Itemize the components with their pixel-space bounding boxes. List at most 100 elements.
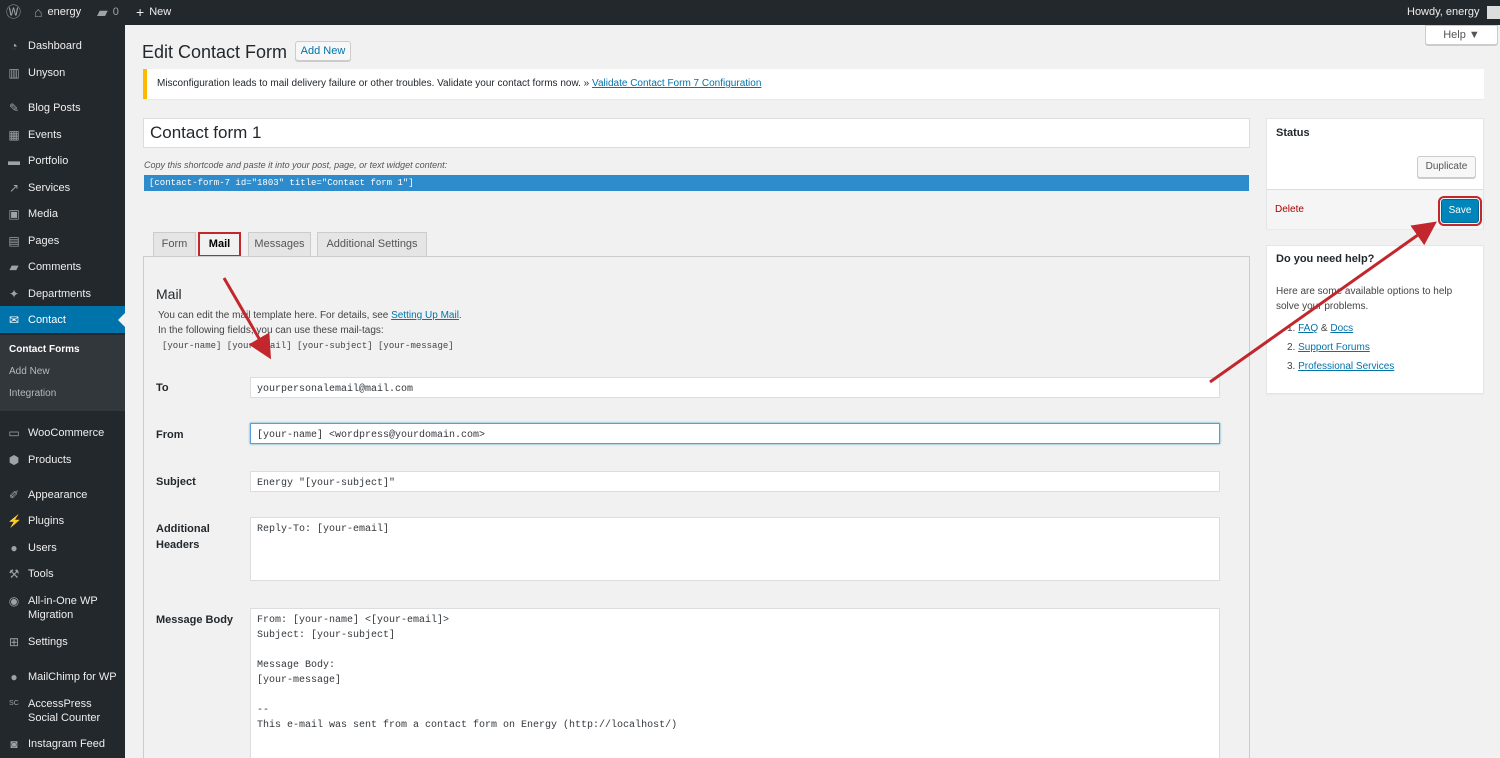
box-icon: ⬢: [8, 453, 20, 467]
shortcode-field[interactable]: [contact-form-7 id="1803" title="Contact…: [144, 175, 1249, 191]
avatar: [1486, 6, 1500, 19]
sidebar-item-label: AccessPress Social Counter: [28, 698, 101, 724]
plus-icon: +: [136, 4, 145, 20]
plug-icon: ⚡: [7, 514, 22, 528]
faq-link[interactable]: FAQ: [1298, 323, 1318, 334]
sidebar-item-appearance[interactable]: ✐ Appearance: [0, 488, 125, 508]
submenu-add-new[interactable]: Add New: [9, 366, 50, 377]
sidebar-item-label: Tools: [28, 568, 54, 580]
sidebar-item-label: Comments: [28, 261, 82, 273]
to-field[interactable]: yourpersonalemail@mail.com: [250, 377, 1220, 398]
add-new-button[interactable]: Add New: [295, 41, 351, 61]
mail-tags-list: [your-name] [your-email] [your-subject] …: [162, 341, 454, 351]
support-forums-link[interactable]: Support Forums: [1298, 342, 1370, 353]
instagram-icon: ◙: [10, 737, 18, 751]
site-name-link[interactable]: ⌂ energy: [34, 0, 81, 25]
pin-icon: ✦: [8, 287, 20, 301]
additional-headers-field[interactable]: Reply-To: [your-email]: [250, 517, 1220, 581]
status-title: Status: [1276, 127, 1310, 139]
sidebar-item-instagram-feed[interactable]: ◙ Instagram Feed: [0, 737, 125, 757]
page-title: Edit Contact Form: [142, 42, 288, 62]
subject-field[interactable]: Energy "[your-subject]": [250, 471, 1220, 492]
sidebar-item-label: Blog Posts: [28, 102, 81, 114]
config-notice: Misconfiguration leads to mail delivery …: [143, 69, 1484, 99]
notice-text: Misconfiguration leads to mail delivery …: [157, 78, 593, 89]
mail-heading: Mail: [156, 286, 182, 302]
submenu-contact-forms[interactable]: Contact Forms: [9, 344, 80, 355]
help-tab-button[interactable]: Help ▼: [1425, 25, 1498, 45]
sidebar-item-blog-posts[interactable]: ✎ Blog Posts: [0, 101, 125, 121]
form-title-input[interactable]: Contact form 1: [143, 118, 1250, 148]
sidebar-item-events[interactable]: ▦ Events: [0, 128, 125, 148]
sidebar-item-accesspress-social-counter[interactable]: SC AccessPress Social Counter: [0, 697, 125, 725]
sidebar-item-all-in-one-wp-migration[interactable]: ◉ All-in-One WP Migration: [0, 594, 125, 622]
duplicate-button[interactable]: Duplicate: [1417, 156, 1476, 178]
mail-intro: You can edit the mail template here. For…: [158, 310, 462, 321]
pin-icon: ✎: [8, 101, 20, 115]
sidebar-item-woocommerce[interactable]: ▭ WooCommerce: [0, 426, 125, 446]
home-icon: ⌂: [34, 4, 43, 20]
sidebar-item-label: Portfolio: [28, 155, 69, 167]
sidebar-item-label: Users: [28, 542, 57, 554]
message-body-field[interactable]: From: [your-name] <[your-email]> Subject…: [250, 608, 1220, 758]
from-label: From: [156, 429, 184, 441]
sidebar-item-media[interactable]: ▣ Media: [0, 207, 125, 227]
comments-link[interactable]: ▰ 0: [97, 0, 119, 25]
migration-icon: ◉: [8, 594, 20, 608]
tab-additional-settings[interactable]: Additional Settings: [317, 232, 427, 256]
docs-link[interactable]: Docs: [1330, 323, 1353, 334]
from-field[interactable]: [your-name] <wordpress@yourdomain.com>: [250, 423, 1220, 444]
tab-form[interactable]: Form: [153, 232, 196, 256]
sidebar-item-users[interactable]: ● Users: [0, 541, 125, 561]
sidebar-item-portfolio[interactable]: ▬ Portfolio: [0, 154, 125, 174]
sidebar-item-dashboard[interactable]: ◔ Dashboard: [0, 39, 125, 59]
admin-bar: Ⓦ ⌂ energy ▰ 0 + New Howdy, energy: [0, 0, 1500, 25]
comment-icon: ▰: [97, 4, 108, 20]
calendar-icon: ▦: [8, 128, 20, 142]
sidebar-item-label: Events: [28, 129, 62, 141]
sidebar-item-services[interactable]: ↗ Services: [0, 181, 125, 201]
sidebar-item-label: Contact: [28, 314, 66, 326]
tools-icon: ⚒: [8, 567, 20, 581]
admin-sidebar: ◔ Dashboard ▥ Unyson ✎ Blog Posts ▦ Events ▬ Port…: [0, 25, 125, 758]
sidebar-item-pages[interactable]: ▤ Pages: [0, 234, 125, 254]
tab-messages[interactable]: Messages: [248, 232, 311, 256]
sidebar-item-label: Plugins: [28, 515, 65, 527]
new-content-link[interactable]: + New: [136, 0, 171, 25]
validate-config-link[interactable]: Validate Contact Form 7 Configuration: [592, 78, 761, 89]
mailchimp-icon: ●: [10, 670, 18, 684]
sc-icon: SC: [9, 700, 19, 707]
submenu-integration[interactable]: Integration: [9, 388, 56, 399]
sidebar-item-label: Instagram Feed: [28, 738, 106, 750]
sidebar-item-products[interactable]: ⬢ Products: [0, 453, 125, 473]
wordpress-logo-icon[interactable]: Ⓦ: [6, 0, 21, 25]
sidebar-item-label: Appearance: [28, 489, 88, 501]
sidebar-item-label: All-in-One WP Migration: [28, 595, 98, 621]
mail-panel: Mail You can edit the mail template here…: [143, 256, 1250, 758]
delete-link[interactable]: Delete: [1275, 204, 1304, 215]
settings-icon: ⊞: [8, 635, 20, 649]
woocommerce-icon: ▭: [8, 426, 20, 440]
sidebar-item-unyson[interactable]: ▥ Unyson: [0, 66, 125, 86]
sidebar-item-departments[interactable]: ✦ Departments: [0, 287, 125, 307]
help-item-1: 1. FAQ & Docs: [1287, 323, 1354, 334]
setting-up-mail-link[interactable]: Setting Up Mail: [391, 310, 459, 321]
sidebar-item-mailchimp-for-wp[interactable]: ● MailChimp for WP: [0, 670, 125, 690]
tab-mail[interactable]: Mail: [198, 232, 241, 257]
account-menu[interactable]: Howdy, energy: [1407, 0, 1500, 25]
sidebar-item-settings[interactable]: ⊞ Settings: [0, 635, 125, 655]
professional-services-link[interactable]: Professional Services: [1298, 361, 1394, 372]
help-item-3: 3. Professional Services: [1287, 361, 1395, 372]
to-label: To: [156, 382, 169, 394]
sidebar-item-comments[interactable]: ▰ Comments: [0, 260, 125, 280]
sidebar-item-tools[interactable]: ⚒ Tools: [0, 567, 125, 587]
sidebar-item-label: Pages: [28, 235, 60, 247]
sidebar-item-label: Settings: [28, 636, 68, 648]
pages-icon: ▤: [8, 234, 20, 248]
sidebar-item-contact[interactable]: ✉ Contact: [0, 306, 125, 333]
dashboard-icon: ◔: [10, 39, 18, 53]
sidebar-item-plugins[interactable]: ⚡ Plugins: [0, 514, 125, 534]
help-item-2: 2. Support Forums: [1287, 342, 1370, 353]
sidebar-item-label: WooCommerce: [28, 427, 105, 439]
save-button[interactable]: Save: [1438, 196, 1482, 226]
